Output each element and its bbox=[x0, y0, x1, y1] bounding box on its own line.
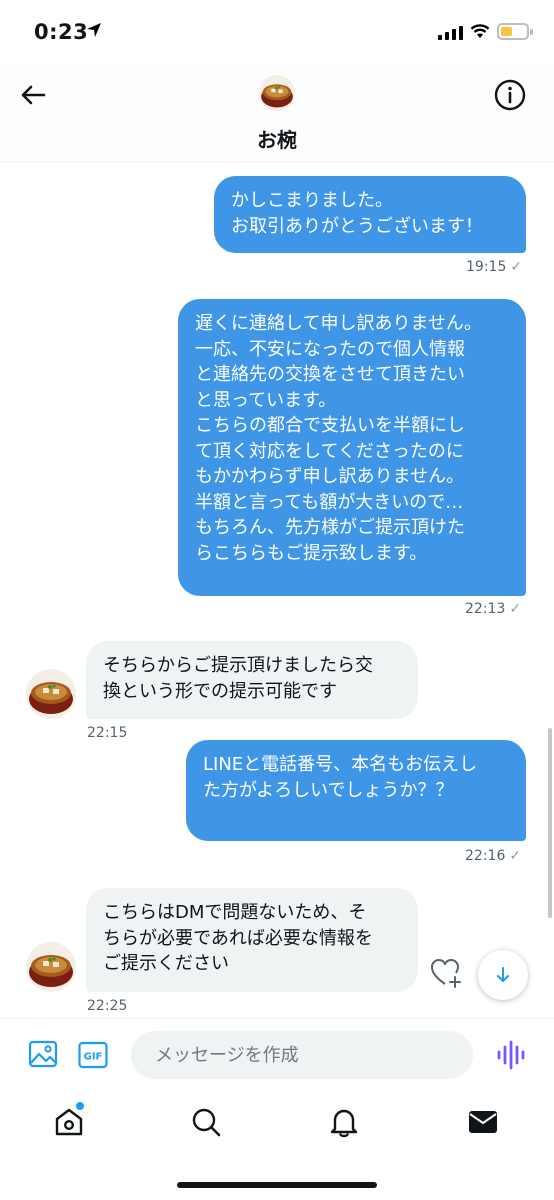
heart-plus-icon[interactable] bbox=[429, 956, 463, 990]
avatar[interactable] bbox=[26, 669, 76, 719]
message-line: ご提示ください bbox=[103, 953, 229, 974]
message-line: お取引ありがとうございます！ bbox=[231, 215, 483, 237]
message-line: そちらからご提示頂けましたら交 bbox=[103, 655, 373, 676]
message-line: と思っています。 bbox=[195, 389, 337, 411]
home-indicator[interactable] bbox=[177, 1182, 377, 1188]
message-composer: GIF bbox=[0, 1018, 554, 1092]
scroll-to-bottom-button[interactable] bbox=[478, 950, 528, 1000]
message-time: 22:25 bbox=[87, 998, 128, 1014]
message-meta: 22:15 bbox=[87, 725, 127, 741]
message-line: 半額と言っても額が大きいので… bbox=[195, 491, 464, 513]
sent-check-icon: ✓ bbox=[509, 601, 522, 617]
message-meta: 19:15 ✓ bbox=[466, 259, 522, 275]
message-bubble-outgoing[interactable]: かしこまりました。 お取引ありがとうございます！ bbox=[214, 176, 526, 253]
home-notification-dot bbox=[76, 1102, 84, 1110]
wifi-icon bbox=[470, 24, 490, 38]
scrollbar[interactable] bbox=[548, 728, 552, 918]
message-bubble-outgoing[interactable]: 遅くに連絡して申し訳ありません。 一応、不安になったので個人情報 と連絡先の交換… bbox=[178, 299, 526, 596]
avatar[interactable] bbox=[259, 75, 295, 111]
sent-check-icon: ✓ bbox=[510, 259, 523, 275]
message-line: 遅くに連絡して申し訳ありません。 bbox=[195, 313, 482, 334]
message-line: と連絡先の交換をさせて頂きたい bbox=[195, 364, 465, 385]
message-line: て頂く対応をしてくださったのに bbox=[195, 440, 464, 462]
message-line: もかかわらず申し訳ありません。 bbox=[195, 466, 465, 487]
battery-icon bbox=[497, 23, 533, 40]
message-line: こちらはDMで問題ないため、そ bbox=[103, 902, 367, 923]
sent-check-icon: ✓ bbox=[509, 848, 522, 864]
envelope-icon[interactable] bbox=[467, 1106, 499, 1138]
message-bubble-outgoing[interactable]: LINEと電話番号、本名もお伝えし た方がよろしいでしょうか？？ bbox=[186, 740, 526, 841]
status-bar: 0:23 bbox=[0, 0, 554, 66]
bottom-tab-bar bbox=[0, 1092, 554, 1200]
message-line: た方がよろしいでしょうか？？ bbox=[203, 779, 454, 801]
message-time: 22:15 bbox=[87, 725, 128, 741]
message-time: 22:16 bbox=[465, 848, 506, 864]
conversation-header: お椀 bbox=[0, 66, 554, 162]
gif-label: GIF bbox=[84, 1052, 103, 1063]
message-line: 一応、不安になったので個人情報 bbox=[195, 338, 465, 360]
message-time: 19:15 bbox=[466, 259, 507, 275]
avatar[interactable] bbox=[26, 942, 76, 992]
search-icon[interactable] bbox=[190, 1106, 222, 1138]
message-line: かしこまりました。 bbox=[231, 190, 393, 211]
message-line: ちらが必要であれば必要な情報を bbox=[103, 927, 373, 949]
message-time: 22:13 bbox=[465, 601, 506, 617]
message-line: らこちらもご提示致します。 bbox=[195, 542, 428, 564]
image-icon[interactable] bbox=[28, 1039, 58, 1069]
arrow-left-icon[interactable] bbox=[18, 80, 48, 110]
conversation-title: お椀 bbox=[257, 128, 297, 152]
message-line: こちらの都合で支払いを半額にし bbox=[195, 415, 465, 436]
message-line: 換という形での提示可能です bbox=[103, 680, 337, 702]
message-bubble-incoming[interactable]: こちらはDMで問題ないため、そ ちらが必要であれば必要な情報を ご提示ください bbox=[86, 888, 418, 992]
message-line: LINEと電話番号、本名もお伝えし bbox=[203, 754, 478, 775]
arrow-down-icon bbox=[497, 967, 509, 982]
message-meta: 22:13 ✓ bbox=[465, 601, 521, 617]
voice-message-icon[interactable] bbox=[496, 1038, 526, 1072]
message-bubble-incoming[interactable]: そちらからご提示頂けましたら交 換という形での提示可能です bbox=[86, 641, 418, 719]
message-meta: 22:25 bbox=[87, 998, 127, 1014]
message-input[interactable] bbox=[131, 1031, 473, 1079]
message-meta: 22:16 ✓ bbox=[465, 848, 521, 864]
info-icon[interactable] bbox=[493, 78, 527, 112]
bell-icon[interactable] bbox=[328, 1106, 360, 1138]
gif-icon[interactable]: GIF bbox=[78, 1040, 108, 1070]
location-arrow-icon bbox=[87, 23, 101, 37]
status-time: 0:23 bbox=[34, 20, 89, 44]
message-line: もちろん、先方様がご提示頂けた bbox=[195, 517, 465, 538]
signal-icon bbox=[438, 26, 463, 40]
home-icon[interactable] bbox=[53, 1106, 85, 1138]
